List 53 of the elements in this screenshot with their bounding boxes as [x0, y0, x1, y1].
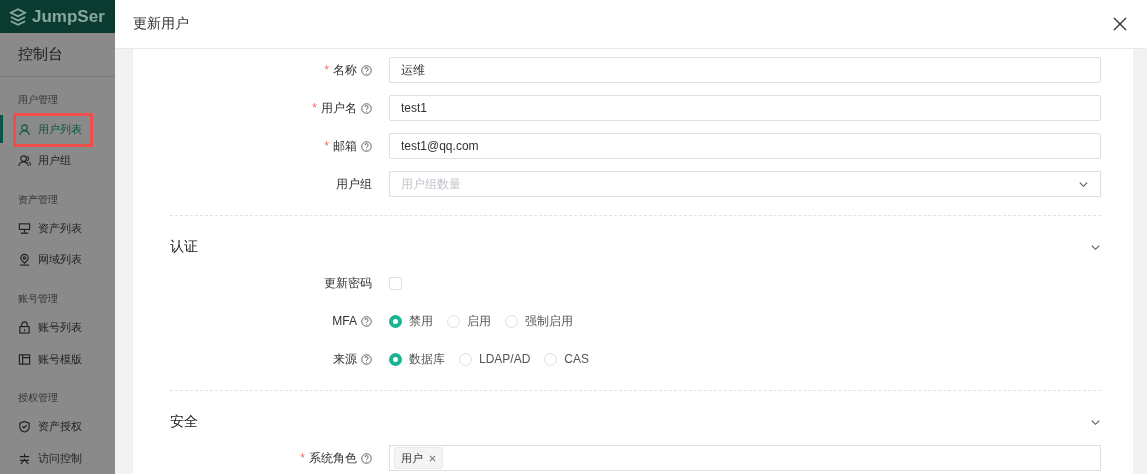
group-label: 授权管理 [17, 390, 59, 405]
sidebar-item[interactable]: 访问控制 [0, 442, 115, 474]
group-label: 账号管理 [17, 291, 59, 306]
field-label: 来源 [333, 350, 357, 368]
radio-option[interactable]: LDAP/AD [459, 350, 531, 368]
sidebar-item[interactable]: 资产授权 [0, 410, 115, 443]
field-label: 用户组 [336, 175, 372, 193]
help-icon[interactable] [361, 315, 372, 327]
sidebar-item[interactable]: 网域列表 [0, 244, 115, 276]
field-label: 邮箱 [333, 137, 357, 155]
close-icon[interactable] [1113, 17, 1127, 31]
required-mark: * [300, 451, 305, 465]
checkbox[interactable] [389, 276, 402, 290]
field-label: 名称 [333, 61, 357, 79]
required-mark: * [324, 139, 329, 153]
sidebar-item[interactable]: 用户组 [0, 145, 115, 177]
required-mark: * [324, 63, 329, 77]
drawer-title: 更新用户 [133, 15, 189, 33]
template-icon [18, 352, 31, 366]
help-icon[interactable] [361, 102, 372, 114]
help-icon[interactable] [361, 64, 372, 76]
radio-option[interactable]: 禁用 [389, 312, 433, 330]
tag-select-field[interactable]: 用户 [389, 445, 1101, 471]
text-field[interactable]: test1@qq.com [389, 133, 1101, 159]
sidebar-item[interactable]: 账号列表 [0, 311, 115, 344]
required-mark: * [312, 101, 317, 115]
radio-option[interactable]: CAS [544, 350, 590, 368]
section-title: 认证 [170, 238, 198, 256]
group-label: 用户管理 [17, 93, 59, 108]
lock-icon [18, 321, 31, 334]
users-icon [18, 154, 31, 168]
radio-option[interactable]: 强制启用 [505, 312, 573, 330]
pin-icon [18, 253, 31, 267]
shield-icon [18, 420, 31, 434]
help-icon[interactable] [361, 140, 372, 152]
section-title: 安全 [170, 413, 198, 431]
field-label: MFA [332, 314, 357, 328]
monitor-icon [18, 221, 31, 235]
field-label: 用户名 [321, 99, 357, 117]
field-label: 系统角色 [309, 449, 357, 467]
text-field[interactable]: test1 [389, 95, 1101, 121]
text-field[interactable]: 运维 [389, 57, 1101, 83]
role-tag: 用户 [394, 447, 443, 469]
group-label: 资产管理 [17, 192, 59, 207]
help-icon[interactable] [361, 353, 372, 365]
sidebar-item[interactable]: 账号模版 [0, 343, 115, 375]
user-icon [18, 122, 31, 136]
help-icon[interactable] [361, 452, 372, 464]
logo: JumpSer [0, 0, 115, 34]
radio-option[interactable]: 数据库 [389, 350, 445, 368]
field-label: 更新密码 [324, 274, 372, 292]
sidebar-item[interactable]: 资产列表 [0, 212, 115, 245]
radio-option[interactable]: 启用 [447, 312, 491, 330]
